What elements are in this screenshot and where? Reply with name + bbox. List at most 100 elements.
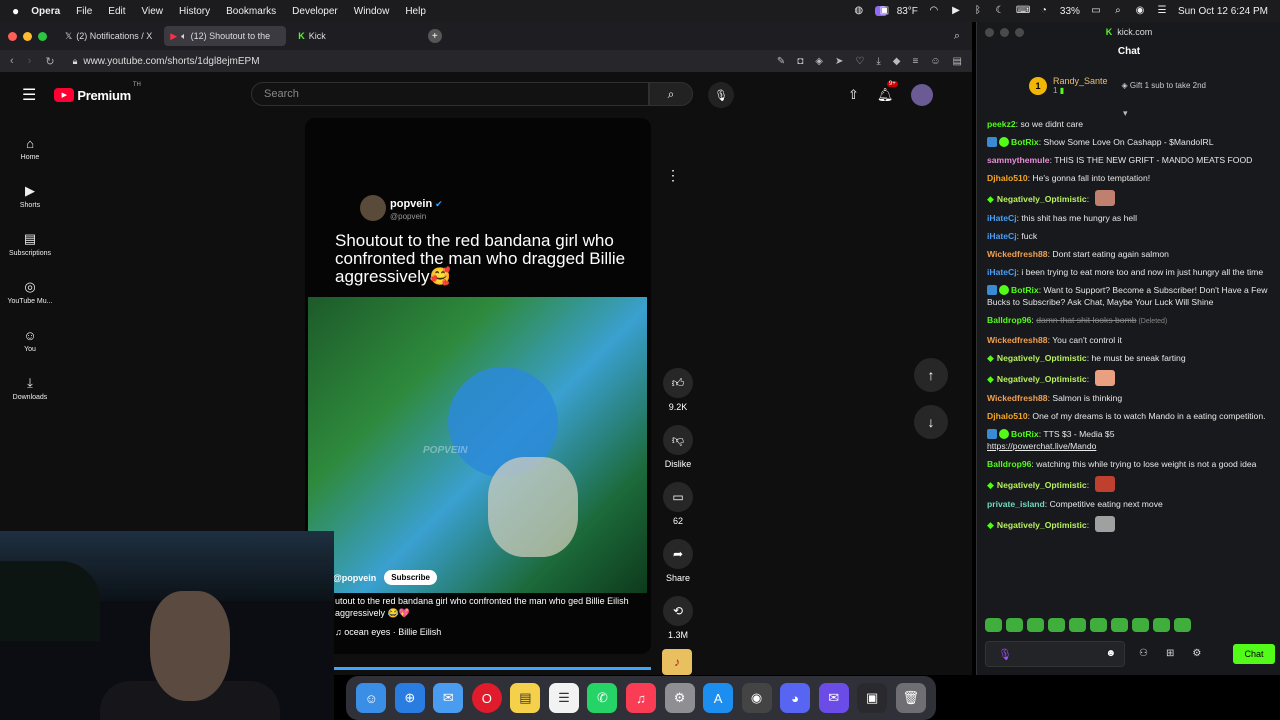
short-video-frame[interactable]: POPVEIN: [308, 297, 647, 593]
search-input[interactable]: Search: [251, 82, 649, 106]
share-button[interactable]: ➦ Share: [660, 539, 696, 583]
subscribe-button[interactable]: Subscribe: [384, 570, 437, 585]
voice-search-button[interactable]: 🎙︎: [708, 82, 734, 108]
previous-short-button[interactable]: ↑: [914, 358, 948, 392]
emote-icon[interactable]: [1111, 618, 1128, 632]
emote-icon[interactable]: [1090, 618, 1107, 632]
email-client-icon[interactable]: ✉: [818, 683, 849, 713]
new-tab-plus-icon[interactable]: +: [427, 29, 442, 43]
emoji-picker-icon[interactable]: ☻: [1105, 648, 1116, 659]
gift-box-icon[interactable]: ⊞: [1166, 648, 1174, 659]
chat-username[interactable]: iHateCj: [987, 213, 1017, 223]
chat-message[interactable]: Wickedfresh88: You can't control it: [987, 334, 1273, 346]
speaker-icon[interactable]: 🔈︎: [181, 31, 186, 42]
moon-icon[interactable]: ☾: [994, 6, 1006, 16]
chat-username[interactable]: iHateCj: [987, 267, 1017, 277]
next-short-button[interactable]: ↓: [914, 405, 948, 439]
emote-icon[interactable]: [1174, 618, 1191, 632]
chat-message-list[interactable]: peekz2: so we didnt care BotRix: Show Som…: [977, 118, 1280, 618]
chat-username[interactable]: peekz2: [987, 119, 1016, 129]
headphones-icon[interactable]: ◠: [928, 6, 940, 16]
chat-username[interactable]: Wickedfresh88: [987, 393, 1048, 403]
menu-edit[interactable]: Edit: [108, 6, 125, 17]
emote-icon[interactable]: [1027, 618, 1044, 632]
chat-message[interactable]: ◆ Negatively_Optimistic:: [987, 516, 1273, 532]
notifications-bell-icon[interactable]: 🔔︎ 9+: [877, 81, 898, 103]
chat-message[interactable]: private_island: Competitive eating next …: [987, 498, 1273, 510]
safari-icon[interactable]: ⊕: [394, 683, 425, 713]
chat-message[interactable]: iHateCj: fuck: [987, 230, 1273, 242]
emote-icon[interactable]: [1048, 618, 1065, 632]
chat-username[interactable]: Wickedfresh88: [987, 335, 1048, 345]
tab-youtube-short[interactable]: ▶ 🔈︎ (12) Shoutout to the: [164, 26, 287, 46]
emote-icon[interactable]: [1069, 618, 1086, 632]
chat-username[interactable]: Negatively_Optimistic: [997, 353, 1087, 363]
chat-username[interactable]: Negatively_Optimistic: [997, 194, 1087, 204]
settings-gear-icon[interactable]: ⚙: [1192, 648, 1201, 659]
chat-username[interactable]: iHateCj: [987, 231, 1017, 241]
chat-message[interactable]: Balldrop96: damn that shit looks bomb (D…: [987, 314, 1273, 328]
now-playing-icon[interactable]: ▶: [950, 6, 962, 16]
sidebar-item-youtube-music[interactable]: ◎ YouTube Mu...: [0, 268, 60, 316]
notes-icon[interactable]: ▤: [510, 683, 541, 713]
menu-window[interactable]: Window: [354, 6, 390, 17]
bluetooth-icon[interactable]: ᛒ: [972, 6, 984, 16]
whatsapp-icon[interactable]: ✆: [587, 683, 618, 713]
send-icon[interactable]: ➤: [835, 56, 843, 67]
sidebar-item-home[interactable]: ⌂ Home: [0, 124, 60, 172]
apple-icon[interactable]: ●: [12, 4, 19, 18]
chat-username[interactable]: Negatively_Optimistic: [997, 480, 1087, 490]
chat-message[interactable]: sammythemule: THIS IS THE NEW GRIFT - MA…: [987, 154, 1273, 166]
more-options-icon[interactable]: ⋮: [666, 167, 680, 184]
menu-file[interactable]: File: [76, 6, 92, 17]
chat-username[interactable]: BotRix: [1011, 137, 1039, 147]
chat-message[interactable]: Wickedfresh88: Salmon is thinking: [987, 392, 1273, 404]
leader-name[interactable]: Randy_Sante: [1053, 76, 1108, 86]
chat-message[interactable]: ◆ Negatively_Optimistic:: [987, 190, 1273, 206]
chat-message[interactable]: iHateCj: this shit has me hungry as hell: [987, 212, 1273, 224]
keyboard-icon[interactable]: ⌨: [1016, 6, 1030, 16]
chat-message[interactable]: BotRix: Show Some Love On Cashapp - $Man…: [987, 136, 1273, 148]
chat-username[interactable]: Wickedfresh88: [987, 249, 1048, 259]
chat-message[interactable]: Balldrop96: watching this while trying t…: [987, 458, 1273, 470]
short-caption[interactable]: utout to the red bandana girl who confro…: [335, 595, 635, 619]
chat-message[interactable]: Djhalo510: He's gonna fall into temptati…: [987, 172, 1273, 184]
channel-handle-link[interactable]: @popvein: [333, 573, 376, 583]
remix-button[interactable]: ⟲ 1.3M: [660, 596, 696, 640]
chat-username[interactable]: sammythemule: [987, 155, 1050, 165]
edit-icon[interactable]: ✎: [777, 56, 785, 67]
upload-icon[interactable]: ⇧: [848, 87, 859, 103]
search-button[interactable]: ⌕: [649, 82, 693, 106]
emote-icon[interactable]: [1006, 618, 1023, 632]
channel-avatar[interactable]: [360, 194, 386, 221]
menu-bookmarks[interactable]: Bookmarks: [226, 6, 276, 17]
menubar-clock[interactable]: Sun Oct 12 6:24 PM: [1178, 6, 1268, 17]
emote-icon[interactable]: [985, 618, 1002, 632]
chat-username[interactable]: private_island: [987, 499, 1045, 509]
hamburger-menu-icon[interactable]: ☰: [22, 85, 36, 105]
chat-username[interactable]: Djhalo510: [987, 411, 1028, 421]
chat-link[interactable]: https://powerchat.live/Mando: [987, 441, 1096, 451]
profile-icon[interactable]: ☺: [930, 56, 940, 67]
chat-message[interactable]: ◆ Negatively_Optimistic:: [987, 370, 1273, 386]
gift-prompt[interactable]: ◈ Gift 1 sub to take 2nd: [1122, 81, 1206, 90]
music-app-icon[interactable]: ♫: [625, 683, 656, 713]
extension-icon[interactable]: ◆: [893, 56, 901, 67]
chat-message[interactable]: peekz2: so we didnt care: [987, 118, 1273, 130]
account-avatar[interactable]: [911, 84, 934, 106]
chat-message[interactable]: BotRix: TTS $3 - Media $5 https://powerch…: [987, 428, 1273, 452]
emote-icon[interactable]: [1153, 618, 1170, 632]
siri-icon[interactable]: ◉: [1134, 6, 1146, 16]
reload-icon[interactable]: ↻: [45, 55, 54, 68]
opera-icon[interactable]: O: [471, 683, 502, 713]
short-progress-bar[interactable]: [334, 667, 651, 670]
kick-points-icon[interactable]: ⚇: [1139, 648, 1148, 659]
finder-icon[interactable]: ☺: [356, 683, 387, 713]
close-window-button[interactable]: [8, 31, 17, 41]
chat-message[interactable]: Wickedfresh88: Dont start eating again s…: [987, 248, 1273, 260]
shorts-player[interactable]: popvein ✔ @popvein Shoutout to the red ba…: [305, 118, 651, 654]
chat-message[interactable]: Djhalo510: One of my dreams is to watch …: [987, 410, 1273, 422]
sidebar-toggle-icon[interactable]: ▤: [953, 56, 962, 67]
extensions-icon[interactable]: ◍: [853, 6, 865, 16]
mail-icon[interactable]: ✉: [433, 683, 464, 713]
